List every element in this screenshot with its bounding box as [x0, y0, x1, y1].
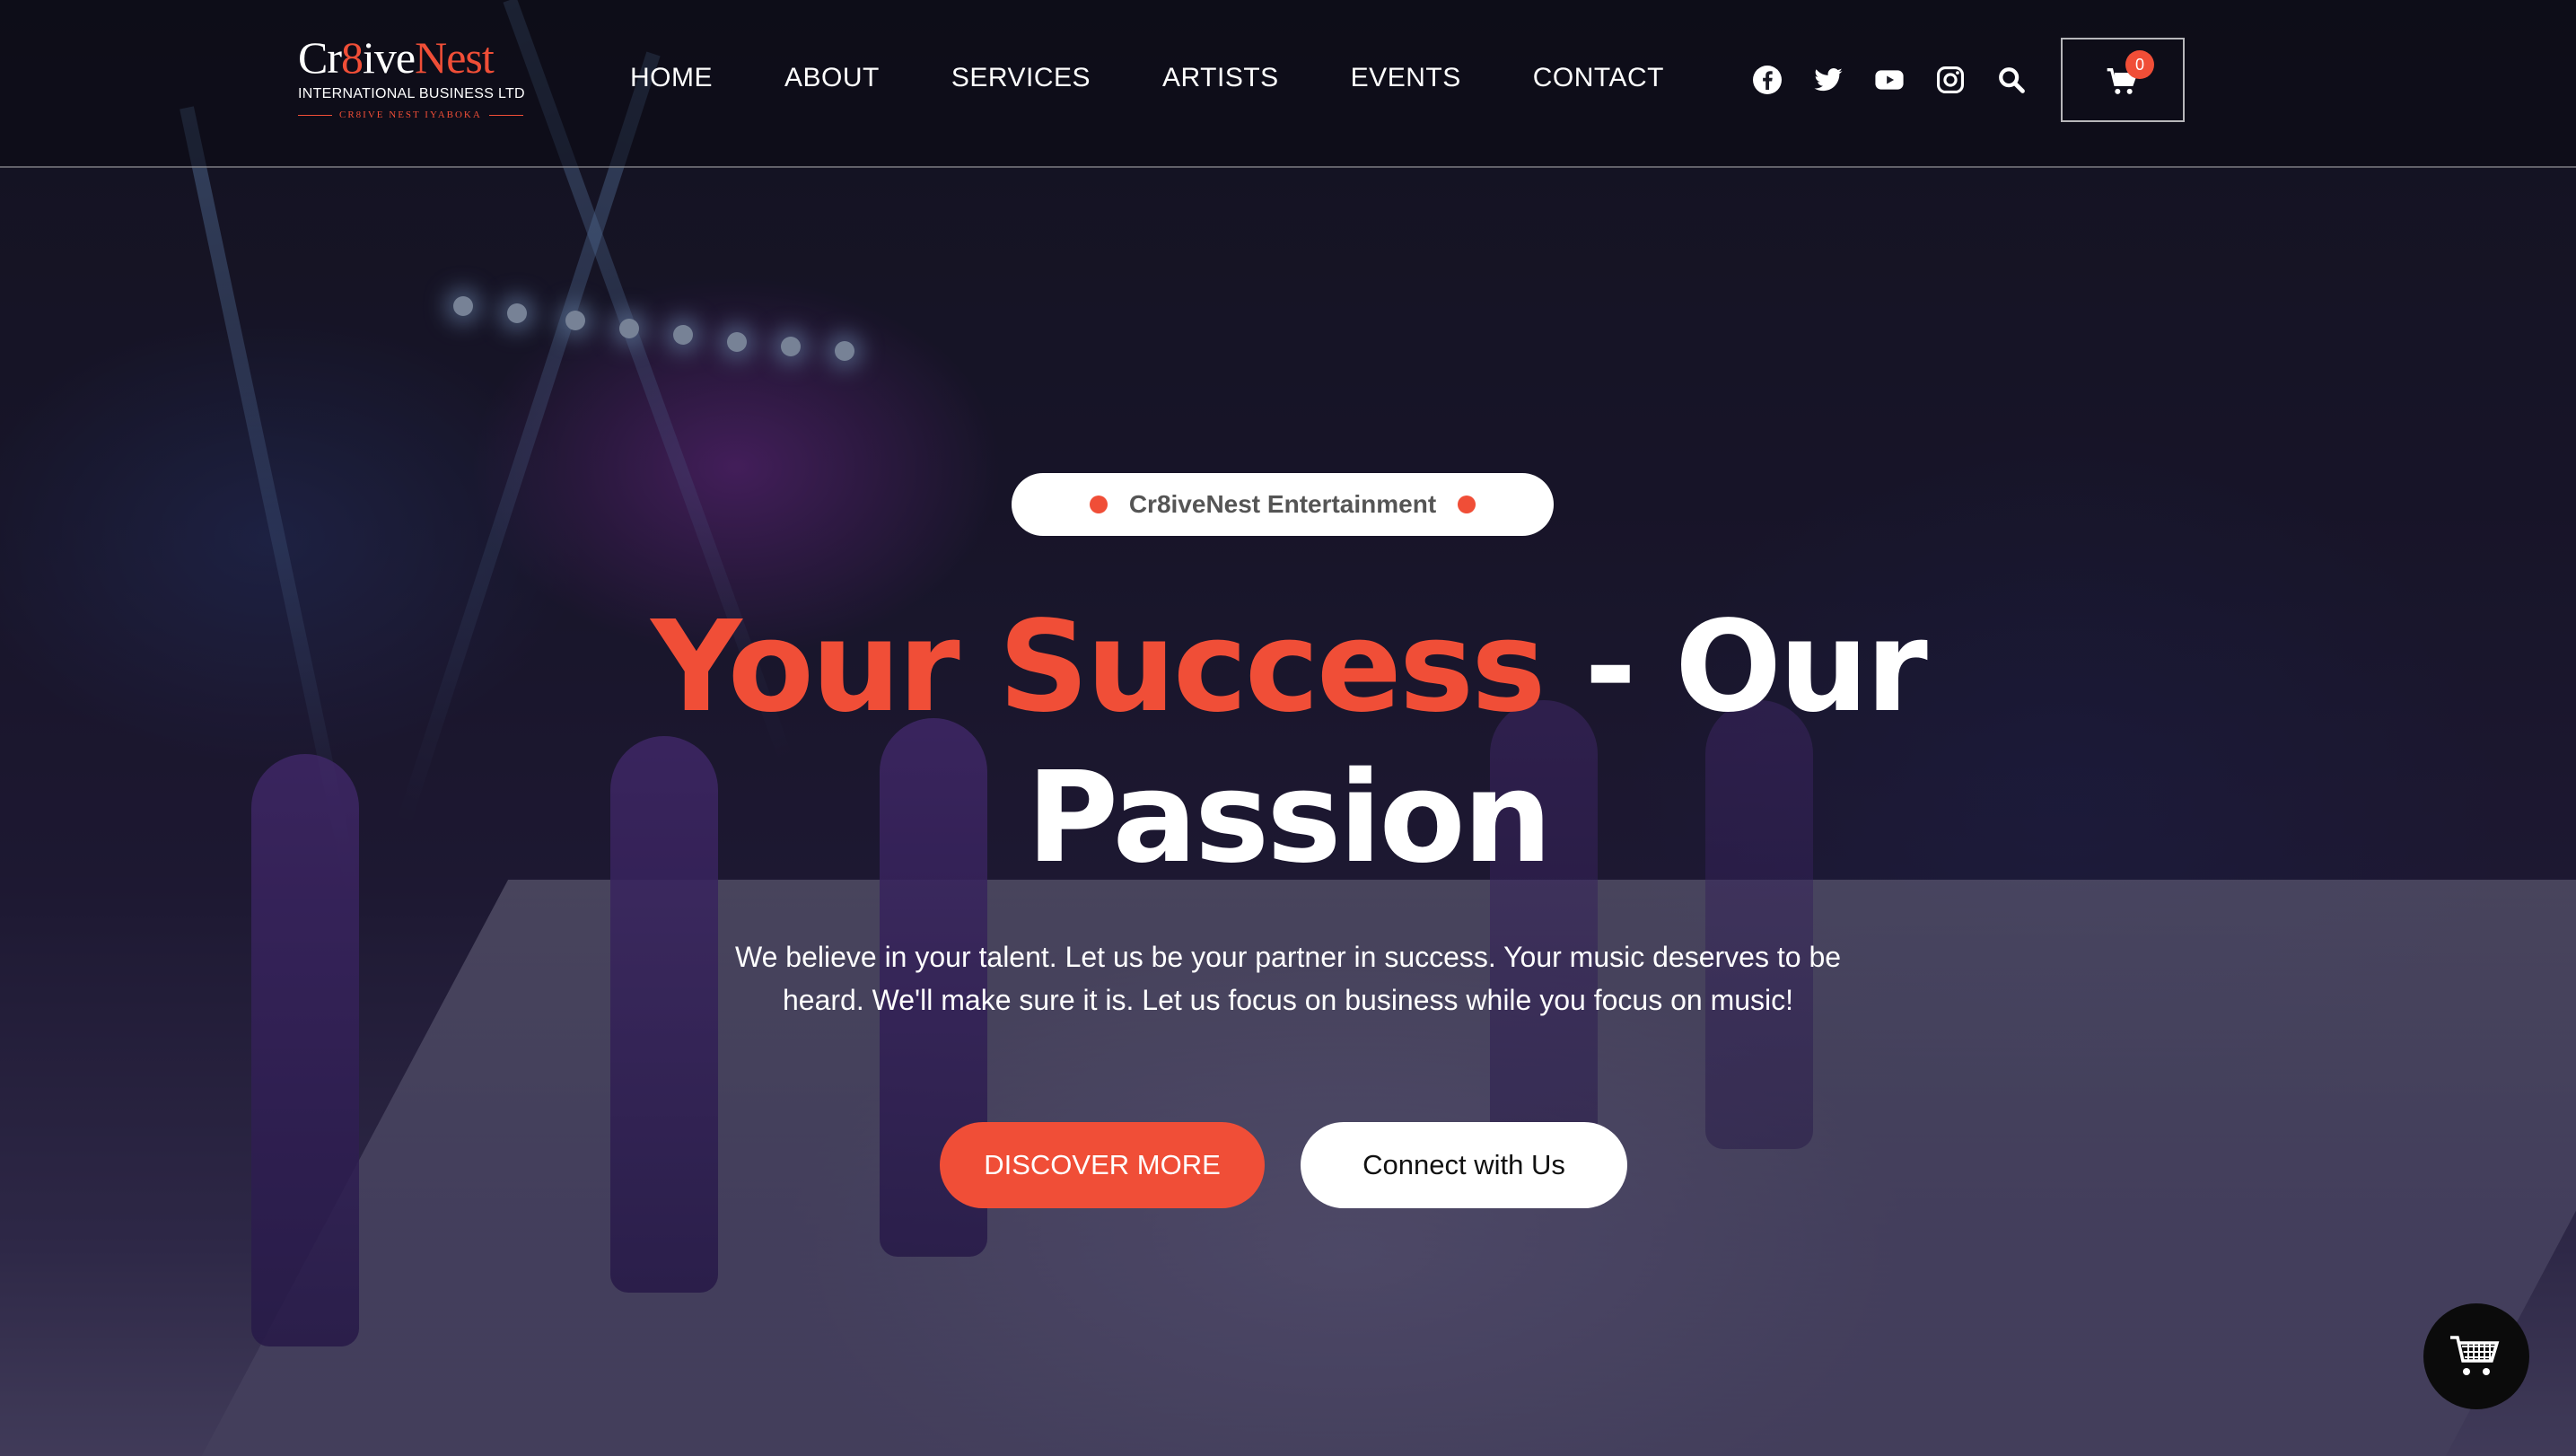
logo-wordmark: Cr8iveNest [298, 32, 495, 83]
cart-button[interactable]: 0 [2061, 38, 2185, 122]
instagram-icon[interactable] [1935, 65, 1966, 95]
search-icon[interactable] [1996, 65, 2027, 95]
discover-more-button[interactable]: DISCOVER MORE [940, 1122, 1265, 1208]
youtube-icon[interactable] [1874, 65, 1905, 95]
floating-cart-button[interactable] [2423, 1303, 2529, 1409]
nav-item-events[interactable]: EVENTS [1351, 63, 1461, 93]
nav-item-about[interactable]: ABOUT [784, 63, 880, 93]
nav-item-artists[interactable]: ARTISTS [1162, 63, 1279, 93]
twitter-icon[interactable] [1813, 65, 1844, 95]
nav-item-services[interactable]: SERVICES [951, 63, 1091, 93]
connect-with-us-button[interactable]: Connect with Us [1301, 1122, 1627, 1208]
social-links [1752, 65, 2027, 95]
hero-pill-badge: Cr8iveNest Entertainment [1012, 473, 1554, 536]
logo-tagline: CR8IVE NEST IYABOKA [298, 110, 531, 120]
site-logo[interactable]: Cr8iveNest INTERNATIONAL BUSINESS LTD CR… [298, 32, 531, 120]
cart-count-badge: 0 [2125, 50, 2154, 79]
headline-accent: Your Success [651, 594, 1546, 741]
nav-item-home[interactable]: HOME [630, 63, 713, 93]
pill-label: Cr8iveNest Entertainment [1128, 490, 1437, 518]
floating-cart-icon [2450, 1336, 2500, 1375]
pill-dot-right [1458, 496, 1476, 513]
facebook-icon[interactable] [1752, 65, 1783, 95]
pill-dot-left [1089, 496, 1108, 513]
hero-description: We believe in your talent. Let us be you… [734, 941, 1842, 1016]
hero-headline: Your Success - Our Passion [539, 592, 2037, 894]
nav-item-contact[interactable]: CONTACT [1533, 63, 1664, 93]
main-navigation: HOME ABOUT SERVICES ARTISTS EVENTS CONTA… [630, 63, 1664, 93]
logo-subtitle: INTERNATIONAL BUSINESS LTD [298, 86, 525, 101]
site-header: Cr8iveNest INTERNATIONAL BUSINESS LTD CR… [0, 0, 2576, 168]
